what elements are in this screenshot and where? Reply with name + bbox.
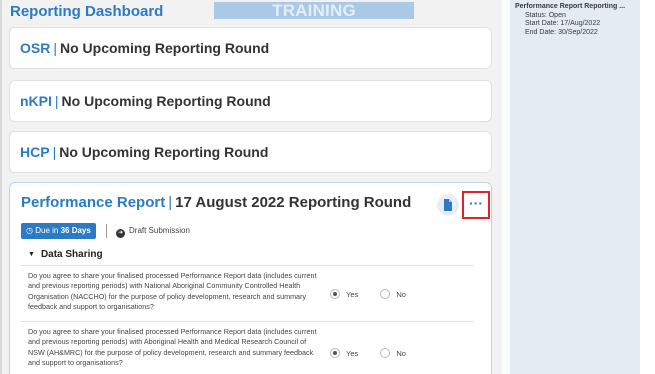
title-separator: | xyxy=(52,144,57,160)
radio-circle xyxy=(380,348,391,358)
question-divider xyxy=(21,321,474,322)
radio-circle xyxy=(330,289,340,299)
round-card-nkpi[interactable]: nKPI | No Upcoming Reporting Round xyxy=(9,80,492,122)
badge-divider xyxy=(106,224,107,238)
round-status: No Upcoming Reporting Round xyxy=(61,93,271,109)
round-card-title: OSR | No Upcoming Reporting Round xyxy=(20,40,269,56)
app-frame: Reporting Dashboard TRAINING ENVIRONMENT… xyxy=(0,0,655,374)
round-status: No Upcoming Reporting Round xyxy=(59,40,270,56)
radio-no[interactable]: No xyxy=(380,289,406,299)
question-naccho: Do you agree to share your finalised pro… xyxy=(28,271,317,312)
sidebar-start-date: Start Date: 17/Aug/2022 xyxy=(525,20,601,28)
due-prefix: Due in xyxy=(35,226,59,235)
radio-label: No xyxy=(396,349,406,358)
due-days: 36 Days xyxy=(60,226,91,235)
document-icon xyxy=(444,199,452,211)
round-card-hcp[interactable]: HCP | No Upcoming Reporting Round xyxy=(9,131,492,173)
document-button[interactable] xyxy=(437,194,459,216)
title-separator: | xyxy=(53,40,57,56)
radio-label: Yes xyxy=(346,290,359,299)
ellipsis-icon: ··· xyxy=(469,195,483,211)
more-options-button[interactable]: ··· xyxy=(462,191,490,219)
due-badge: ◷ Due in 36 Days xyxy=(21,223,96,239)
title-separator: | xyxy=(168,194,173,211)
round-acronym: OSR xyxy=(20,40,51,56)
radio-circle xyxy=(330,348,340,358)
round-acronym: HCP xyxy=(20,144,50,160)
sidebar-title: Performance Report Reporting ... xyxy=(515,3,626,10)
radio-label: No xyxy=(396,290,406,299)
window-edge xyxy=(640,0,655,374)
radio-label: Yes xyxy=(346,349,359,358)
radio-group-ahmrc: Yes No xyxy=(330,348,426,358)
round-card-title: HCP | No Upcoming Reporting Round xyxy=(20,144,268,160)
round-card-osr[interactable]: OSR | No Upcoming Reporting Round xyxy=(9,27,492,69)
data-sharing-section-toggle[interactable]: ▼ Data Sharing xyxy=(28,249,103,260)
section-title: Data Sharing xyxy=(40,249,103,260)
submission-status: ➜ Draft Submission xyxy=(116,223,190,239)
radio-no[interactable]: No xyxy=(380,348,406,358)
round-status: No Upcoming Reporting Round xyxy=(59,144,269,160)
sidebar-summary[interactable]: Performance Report Reporting ... Status:… xyxy=(515,3,625,37)
title-separator: | xyxy=(54,93,59,109)
chevron-down-icon: ▼ xyxy=(28,251,35,258)
reporting-round: 17 August 2022 Reporting Round xyxy=(175,194,412,211)
reporting-round-sidebar: Performance Report Reporting ... Status:… xyxy=(510,0,640,374)
environment-banner: TRAINING ENVIRONMENT xyxy=(214,2,414,19)
question-ahmrc: Do you agree to share your finalised pro… xyxy=(28,327,317,368)
section-divider xyxy=(21,265,474,266)
arrow-right-icon: ➜ xyxy=(116,229,125,238)
radio-yes[interactable]: Yes xyxy=(330,289,358,299)
radio-circle xyxy=(380,289,391,299)
radio-group-naccho: Yes No xyxy=(330,289,426,299)
submission-status-label: Draft Submission xyxy=(129,226,190,235)
clock-icon: ◷ xyxy=(26,226,33,235)
dashboard-main: Reporting Dashboard TRAINING ENVIRONMENT… xyxy=(0,0,502,374)
performance-card-title: Performance Report | 17 August 2022 Report… xyxy=(21,194,411,211)
round-acronym: nKPI xyxy=(20,93,52,109)
panel-divider xyxy=(502,0,510,374)
sidebar-status: Status: Open xyxy=(525,11,566,19)
performance-report-card: Performance Report | 17 August 2022 Report… xyxy=(9,182,492,374)
sidebar-end-date: End Date: 30/Sep/2022 xyxy=(525,28,598,36)
round-card-title: nKPI | No Upcoming Reporting Round xyxy=(20,93,271,109)
page-title: Reporting Dashboard xyxy=(10,3,164,20)
radio-yes[interactable]: Yes xyxy=(330,348,358,358)
report-name: Performance Report xyxy=(21,194,166,211)
